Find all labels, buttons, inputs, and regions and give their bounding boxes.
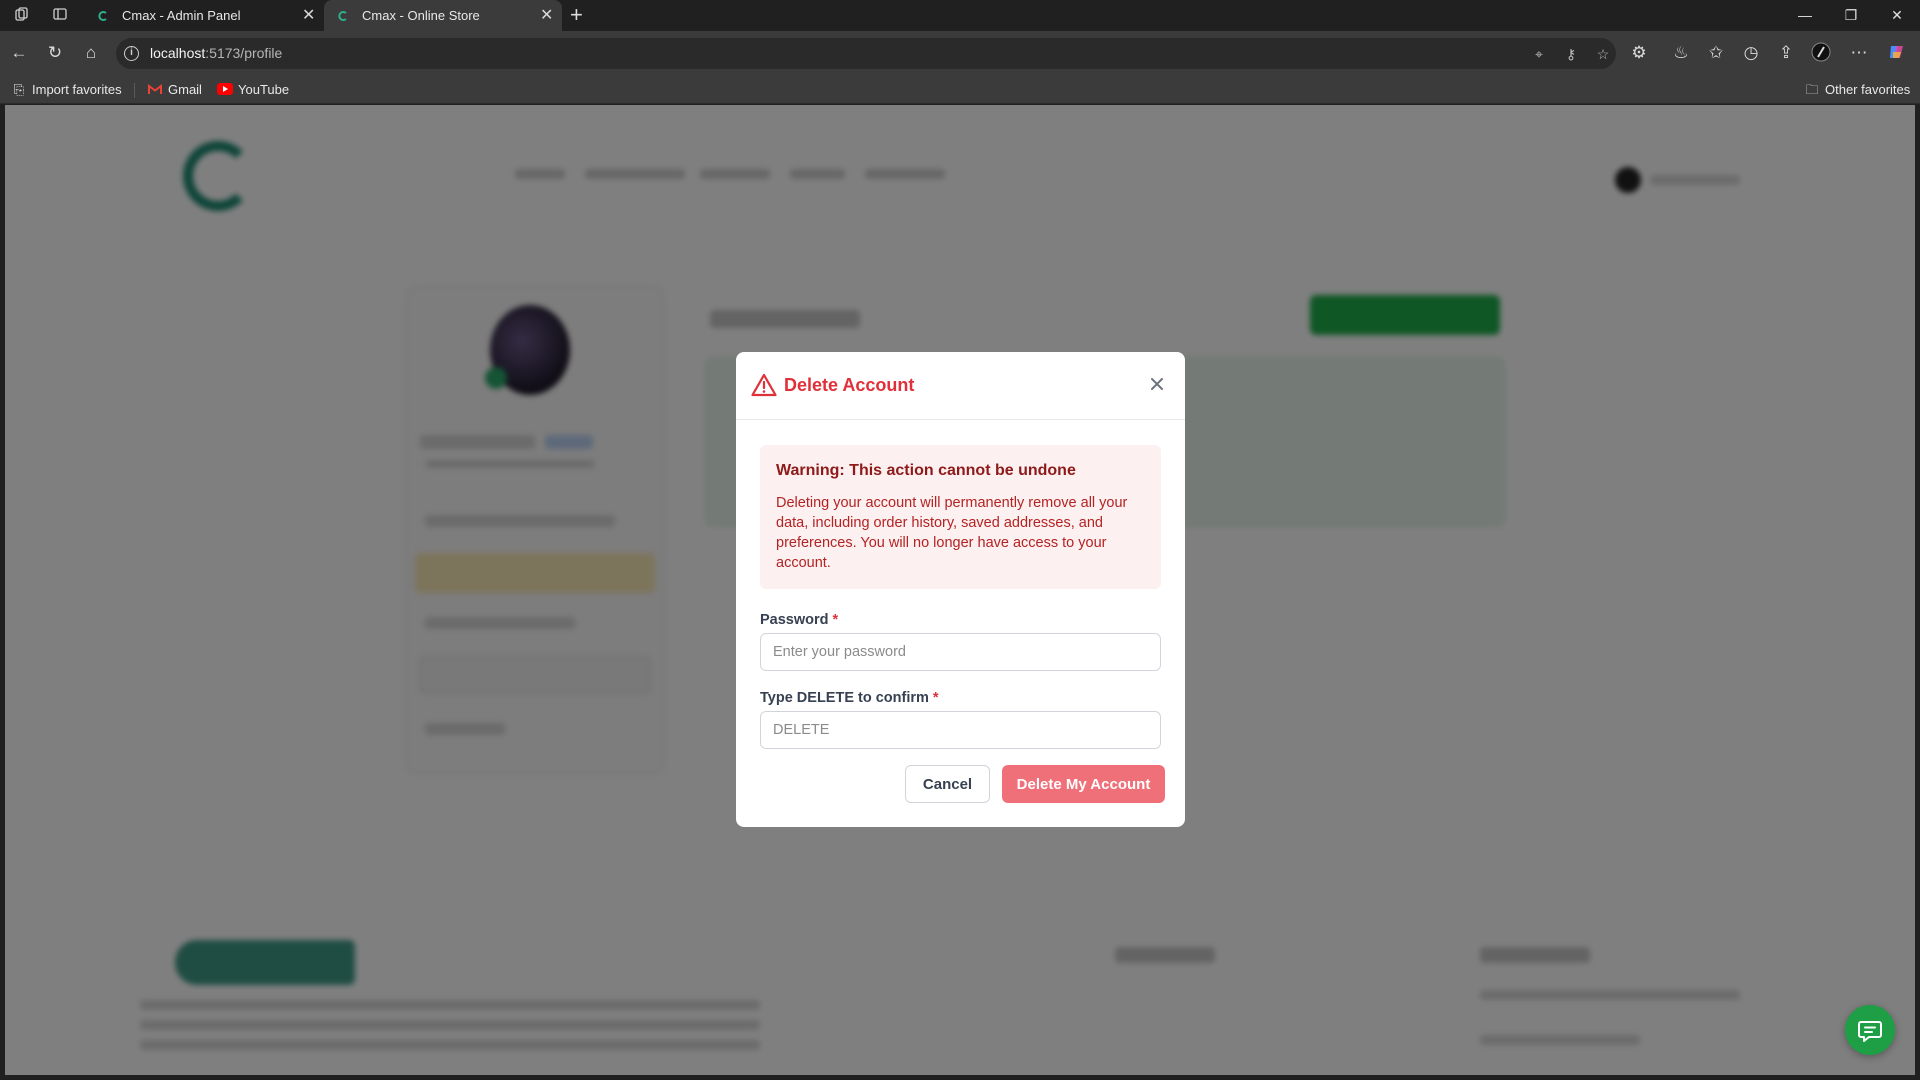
share-icon[interactable]: ⇪ (1775, 42, 1797, 64)
required-asterisk: * (932, 690, 939, 706)
favorite-star-icon[interactable]: ☆ (1594, 45, 1612, 63)
key-icon[interactable]: ⚷ (1562, 45, 1580, 63)
address-bar[interactable]: i localhost:5173/profile ⌖ ⚷ ☆ (116, 38, 1616, 69)
history-icon[interactable]: ◷ (1740, 42, 1762, 64)
cancel-button[interactable]: Cancel (905, 765, 990, 803)
bookmark-gmail[interactable]: Gmail (147, 76, 202, 104)
copilot-icon[interactable] (1886, 42, 1908, 64)
refresh-icon[interactable]: ↻ (44, 42, 66, 64)
confirm-label: Type DELETE to confirm * (760, 690, 939, 706)
password-label: Password * (760, 612, 839, 628)
browser-toolbar: ← ↻ ⌂ i localhost:5173/profile ⌖ ⚷ ☆ ⚙ ♨… (0, 31, 1920, 76)
new-tab-icon[interactable]: + (570, 2, 583, 28)
performance-icon[interactable]: ♨ (1670, 42, 1692, 64)
warning-title: Warning: This action cannot be undone (776, 462, 1076, 479)
warning-triangle-icon (751, 373, 777, 397)
bookmark-other-favorites[interactable]: 🗀 Other favorites (1804, 76, 1910, 104)
import-icon: ⎘ (13, 82, 25, 97)
favorites-icon[interactable]: ✩ (1705, 42, 1727, 64)
page-viewport: Delete Account Warning: This action cann… (5, 105, 1915, 1075)
tab-title: Cmax - Admin Panel (122, 8, 241, 23)
bookmark-youtube[interactable]: YouTube (217, 76, 289, 104)
home-icon[interactable]: ⌂ (80, 42, 102, 64)
site-info-icon[interactable]: i (124, 46, 139, 61)
youtube-icon (217, 76, 233, 104)
profile-avatar-icon[interactable] (1810, 42, 1832, 64)
folder-icon: 🗀 (1805, 82, 1819, 97)
tab-online-store[interactable]: Cmax - Online Store ✕ (324, 0, 562, 31)
warning-text: Deleting your account will permanently r… (776, 495, 1128, 571)
url-text[interactable]: localhost:5173/profile (150, 38, 282, 69)
tab-close-icon[interactable]: ✕ (302, 0, 315, 31)
modal-title: Delete Account (784, 375, 915, 395)
password-input[interactable] (760, 633, 1161, 671)
chat-bubble-icon (1858, 1021, 1882, 1042)
browser-tab-bar: Cmax - Admin Panel ✕ Cmax - Online Store… (0, 0, 1920, 31)
tab-close-icon[interactable]: ✕ (540, 0, 553, 31)
tab-admin-panel[interactable]: Cmax - Admin Panel ✕ (84, 0, 324, 31)
back-icon[interactable]: ← (8, 42, 30, 64)
location-icon[interactable]: ⌖ (1530, 45, 1548, 63)
bookmark-separator (134, 83, 135, 98)
required-asterisk: * (832, 612, 839, 628)
tab-title: Cmax - Online Store (362, 8, 480, 23)
minimize-icon[interactable]: — (1782, 0, 1828, 31)
extensions-icon[interactable]: ⚙ (1628, 42, 1650, 64)
cmax-favicon-icon (98, 11, 107, 21)
workspaces-icon[interactable] (12, 6, 32, 26)
tab-actions-icon[interactable] (50, 6, 70, 26)
bookmark-import-favorites[interactable]: ⎘ Import favorites (11, 76, 122, 104)
close-window-icon[interactable]: ✕ (1874, 0, 1920, 31)
cmax-favicon-icon (338, 11, 347, 21)
delete-account-button[interactable]: Delete My Account (1002, 765, 1165, 803)
chat-button[interactable] (1845, 1005, 1895, 1055)
more-options-icon[interactable]: ⋯ (1848, 42, 1870, 64)
restore-icon[interactable]: ❐ (1828, 0, 1874, 31)
close-icon[interactable] (1145, 372, 1169, 396)
warning-alert: Warning: This action cannot be undone De… (760, 445, 1161, 589)
delete-account-modal: Delete Account Warning: This action cann… (736, 352, 1185, 827)
bookmarks-bar: ⎘ Import favorites Gmail YouTube 🗀 Other f… (0, 76, 1920, 104)
confirm-delete-input[interactable] (760, 711, 1161, 749)
gmail-icon (147, 76, 163, 104)
modal-header: Delete Account (736, 352, 1185, 420)
